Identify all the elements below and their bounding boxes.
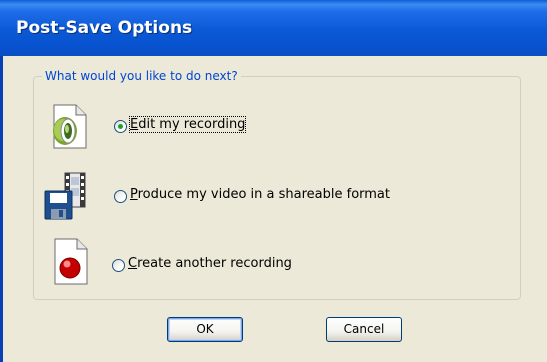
- option-create-recording[interactable]: Create another recording: [34, 237, 514, 287]
- create-recording-radio[interactable]: [112, 259, 125, 272]
- window-title: Post-Save Options: [16, 18, 193, 38]
- dialog-body: What would you like to do next? Edit my …: [0, 56, 547, 362]
- next-action-group: What would you like to do next? Edit my …: [33, 69, 521, 300]
- ok-button[interactable]: OK: [167, 317, 243, 342]
- produce-video-icon: [44, 172, 86, 220]
- option-edit-recording[interactable]: Edit my recording: [34, 102, 514, 152]
- title-bar[interactable]: Post-Save Options: [0, 0, 547, 56]
- cancel-button[interactable]: Cancel: [326, 317, 402, 342]
- produce-video-label[interactable]: Produce my video in a shareable format: [130, 187, 390, 202]
- post-save-options-dialog: Post-Save Options What would you like to…: [0, 0, 547, 362]
- edit-recording-radio[interactable]: [114, 120, 127, 133]
- edit-recording-label[interactable]: Edit my recording: [128, 116, 247, 133]
- group-label: What would you like to do next?: [42, 69, 241, 83]
- option-produce-video[interactable]: Produce my video in a shareable format: [34, 172, 514, 222]
- edit-recording-icon: [53, 104, 87, 149]
- new-recording-icon: [54, 238, 88, 285]
- create-recording-label[interactable]: Create another recording: [128, 256, 292, 271]
- produce-video-radio[interactable]: [114, 190, 127, 203]
